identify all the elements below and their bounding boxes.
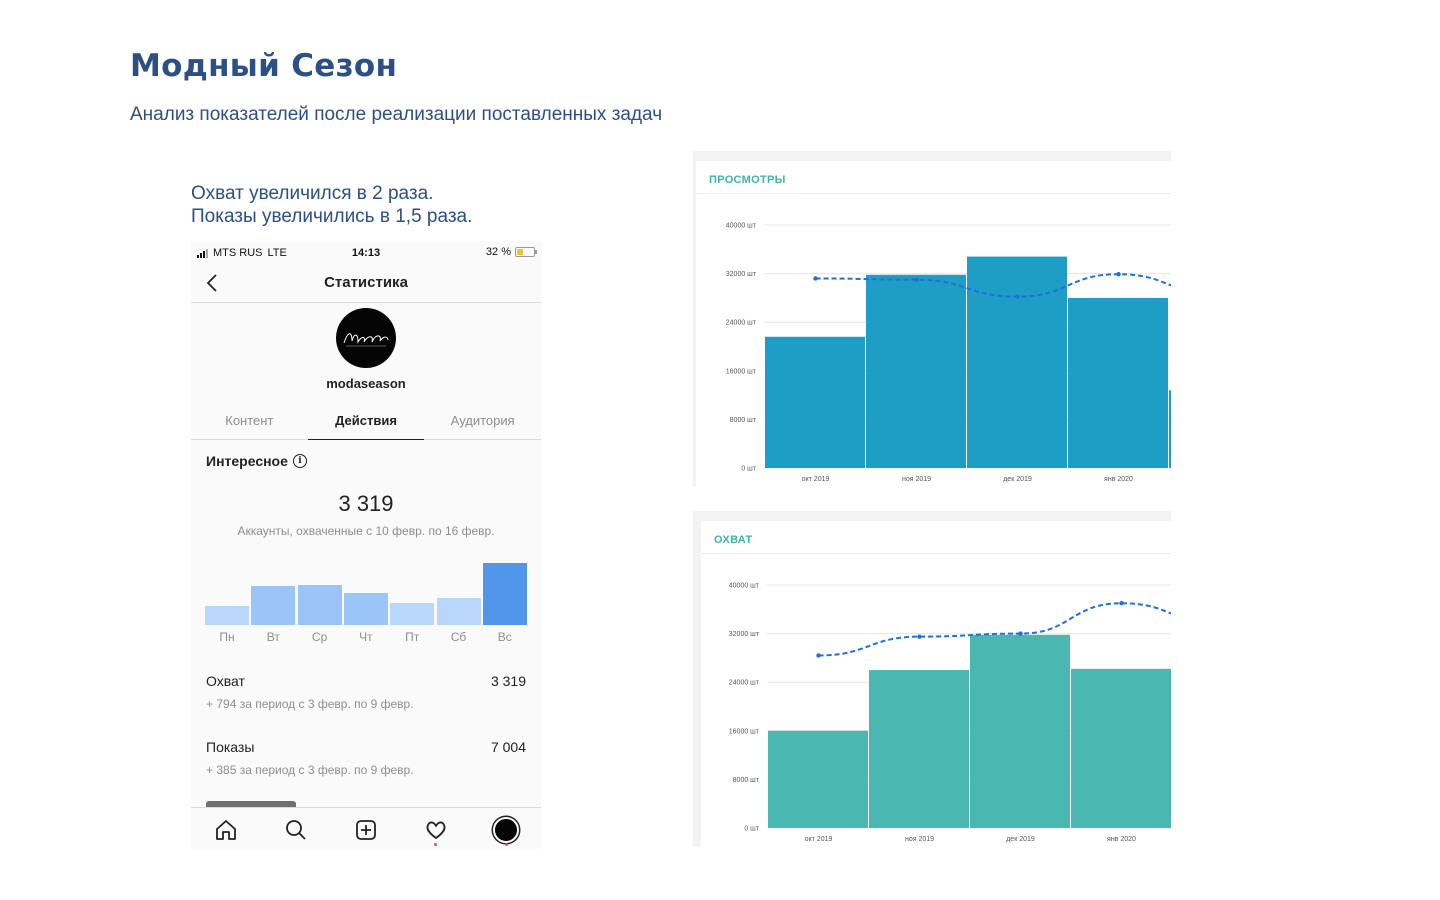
finding-reach: Охват увеличился в 2 раза. xyxy=(191,183,434,204)
week-day-label: Ср xyxy=(311,630,328,644)
reach-chart-panel: ОХВАТ 0 шт 8000 шт 16000 шт 24000 шт 32000 ш… xyxy=(693,511,1171,847)
chart-title: ОХВАТ xyxy=(714,534,753,546)
week-bar xyxy=(251,586,296,625)
metric-delta: + 385 за период с 3 февр. по 9 февр. xyxy=(206,763,414,777)
notification-dot xyxy=(505,843,508,846)
y-tick-label: 24000 шт xyxy=(729,680,760,687)
battery-icon xyxy=(515,247,537,257)
y-tick-label: 8000 шт xyxy=(733,777,760,784)
trend-point xyxy=(813,276,818,281)
views-chart-panel: ПРОСМОТРЫ 0 шт 8000 шт 16000 шт 24000 шт 320… xyxy=(693,151,1171,487)
week-day-label: Сб xyxy=(450,630,467,644)
brand-logo-avatar xyxy=(336,308,396,368)
y-tick-label: 24000 шт xyxy=(726,320,757,327)
bar xyxy=(967,256,1067,468)
nav-title: Статистика xyxy=(324,274,408,291)
metric-impressions[interactable]: Показы 7 004 + 385 за период с 3 февр. п… xyxy=(206,739,526,777)
instagram-insights-screenshot: MTS RUS LTE 14:13 32 % Статистика modase… xyxy=(191,241,541,849)
profile-avatar-icon[interactable] xyxy=(493,817,519,843)
reach-caption: Аккаунты, охваченные с 10 февр. по 16 фе… xyxy=(237,524,495,538)
profile-username: modaseason xyxy=(326,376,406,391)
add-post-icon[interactable] xyxy=(354,818,378,842)
status-bar: MTS RUS LTE 14:13 32 % xyxy=(191,241,541,265)
trend-point xyxy=(1116,272,1121,277)
battery-status: 32 % xyxy=(485,246,537,258)
findings-text: Охват увеличился в 2 раза. Показы увелич… xyxy=(191,182,472,228)
bottom-nav xyxy=(191,807,541,849)
bar xyxy=(765,336,865,468)
y-tick-label: 16000 шт xyxy=(726,368,757,375)
week-day-label: Пт xyxy=(405,630,420,644)
week-day-label: Пн xyxy=(219,630,235,644)
x-tick-label: ноя 2019 xyxy=(902,476,931,483)
info-icon[interactable]: i xyxy=(292,454,307,468)
section-discovery: Интересное i xyxy=(206,453,307,469)
trend-point xyxy=(1119,601,1124,606)
trend-point xyxy=(1018,631,1023,636)
notification-dot xyxy=(434,843,437,846)
trend-point xyxy=(917,634,922,639)
battery-percent: 32 % xyxy=(485,246,511,258)
metric-delta: + 794 за период с 3 февр. по 9 февр. xyxy=(206,697,414,711)
trend-point xyxy=(914,277,919,282)
finding-impressions: Показы увеличились в 1,5 раза. xyxy=(191,206,473,227)
metric-label: Охват xyxy=(206,673,245,689)
search-icon[interactable] xyxy=(284,818,308,842)
slide-title: Модный Сезон xyxy=(130,48,398,84)
y-tick-label: 16000 шт xyxy=(729,728,760,735)
y-tick-label: 8000 шт xyxy=(730,417,757,424)
chart-title: ПРОСМОТРЫ xyxy=(709,174,786,186)
metric-value: 3 319 xyxy=(490,673,526,689)
week-bar xyxy=(482,563,527,625)
reach-chart: 0 шт 8000 шт 16000 шт 24000 шт 32000 шт 40000… xyxy=(729,583,1171,843)
y-tick-label: 32000 шт xyxy=(726,271,757,278)
nav-bar: Статистика xyxy=(191,265,541,303)
reach-total: 3 319 xyxy=(338,491,394,516)
x-tick-label: янв 2020 xyxy=(1107,836,1136,843)
insights-tabs: Контент Действия Аудитория xyxy=(191,403,541,440)
trend-point xyxy=(816,653,821,658)
x-tick-label: дек 2019 xyxy=(1006,836,1035,843)
week-day-label: Чт xyxy=(359,630,373,644)
trend-point xyxy=(1015,294,1020,299)
week-day-label: Вс xyxy=(497,630,512,644)
bar xyxy=(970,634,1070,828)
week-bar xyxy=(297,585,342,625)
views-chart: 0 шт 8000 шт 16000 шт 24000 шт 32000 шт 40000… xyxy=(726,223,1171,483)
bar xyxy=(768,730,868,828)
y-tick-label: 40000 шт xyxy=(729,583,760,590)
bar-partial xyxy=(1169,390,1171,468)
bar xyxy=(1068,297,1168,468)
bar xyxy=(1071,668,1171,828)
section-title: Интересное xyxy=(206,453,288,469)
week-bar xyxy=(343,593,388,625)
metric-reach[interactable]: Охват 3 319 + 794 за период с 3 февр. по… xyxy=(206,673,526,711)
bar xyxy=(869,670,969,828)
y-tick-label: 32000 шт xyxy=(729,631,760,638)
y-tick-label: 0 шт xyxy=(741,466,756,473)
bar xyxy=(866,274,966,468)
heart-icon[interactable] xyxy=(424,818,448,842)
x-tick-label: окт 2019 xyxy=(802,476,830,483)
home-icon[interactable] xyxy=(214,818,238,842)
y-tick-label: 0 шт xyxy=(744,826,759,833)
x-tick-label: ноя 2019 xyxy=(905,836,934,843)
tab-audience[interactable]: Аудитория xyxy=(424,403,541,439)
x-tick-label: окт 2019 xyxy=(805,836,833,843)
week-bar xyxy=(205,606,249,625)
metric-label: Показы xyxy=(206,739,255,755)
x-tick-label: янв 2020 xyxy=(1104,476,1133,483)
x-tick-label: дек 2019 xyxy=(1003,476,1032,483)
y-tick-label: 40000 шт xyxy=(726,223,757,230)
week-bar xyxy=(390,603,435,625)
tab-content[interactable]: Контент xyxy=(191,403,308,439)
week-day-label: Вт xyxy=(266,630,280,644)
script-logo-icon xyxy=(343,333,389,347)
tab-activity[interactable]: Действия xyxy=(307,403,425,440)
clipped-next-row xyxy=(206,799,316,807)
slide-subtitle: Анализ показателей после реализации пост… xyxy=(130,104,663,125)
week-bar xyxy=(436,598,481,625)
weekly-reach-chart: Пн Вт Ср Чт Пт Сб Вс xyxy=(205,557,527,647)
metric-value: 7 004 xyxy=(490,739,526,755)
